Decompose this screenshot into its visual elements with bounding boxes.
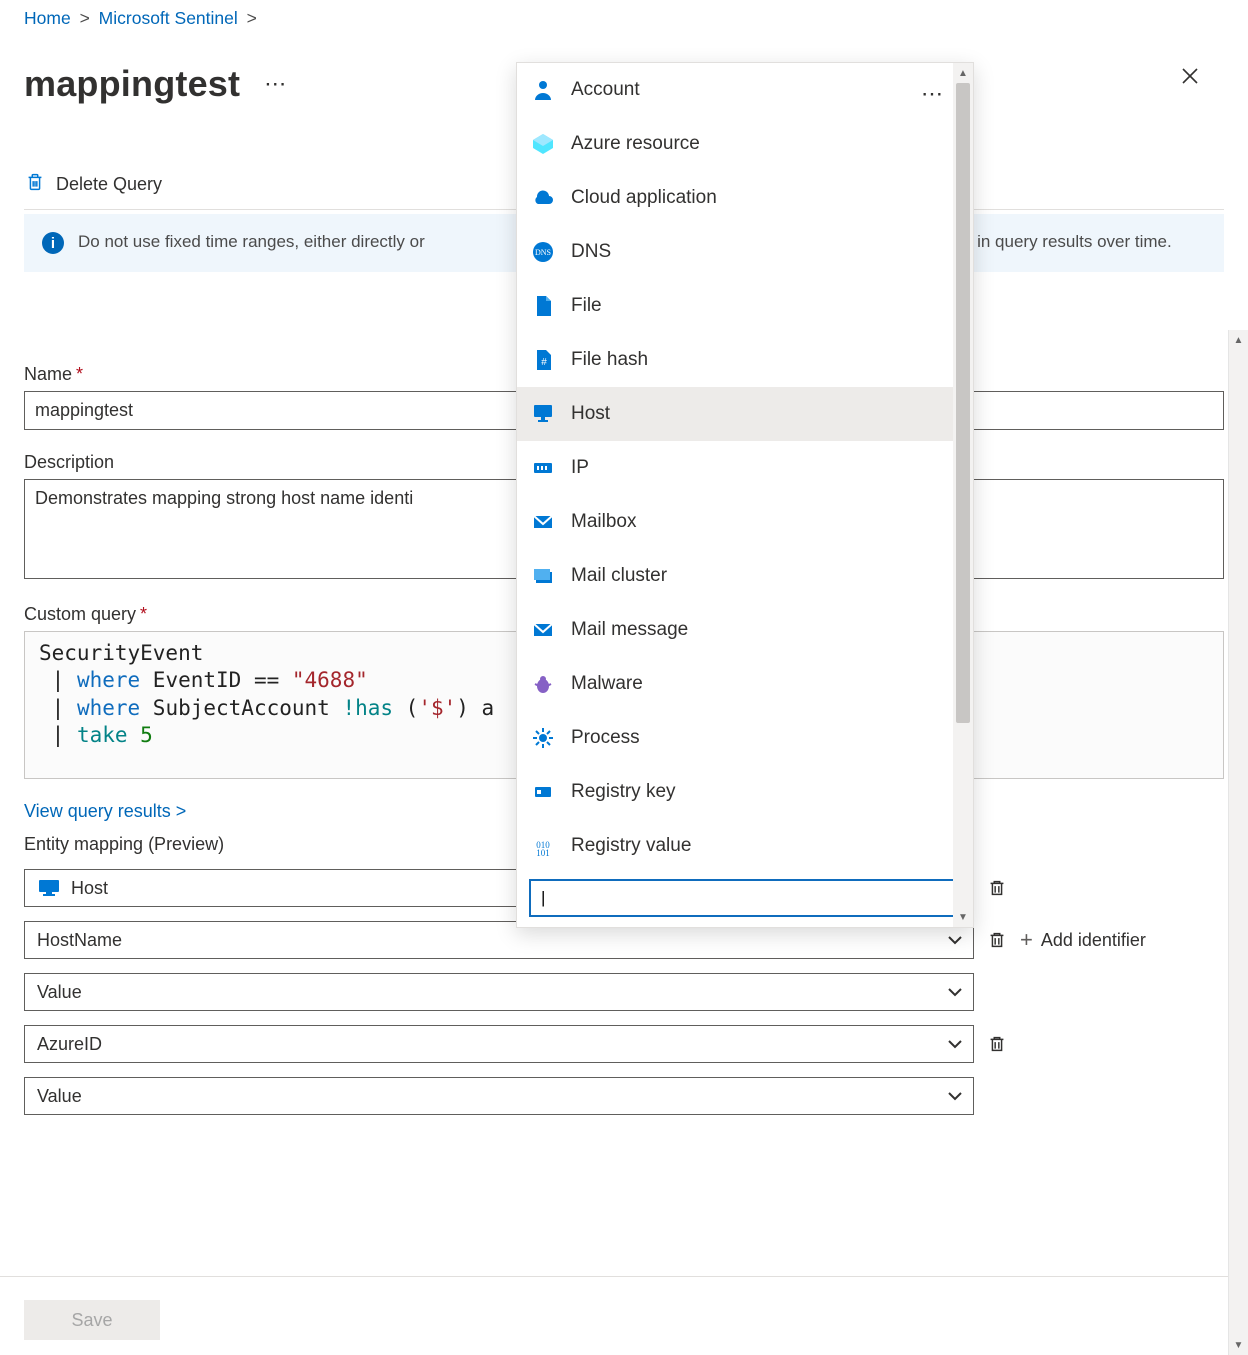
scrollbar-thumb[interactable]	[956, 83, 970, 723]
delete-query-label: Delete Query	[56, 174, 162, 195]
file-hash-icon: #	[531, 348, 555, 372]
entity-option-label: File hash	[571, 349, 648, 371]
breadcrumb-home[interactable]: Home	[24, 8, 71, 28]
footer-divider	[0, 1276, 1248, 1277]
breadcrumb-sep: >	[76, 8, 94, 28]
info-icon: i	[42, 232, 64, 254]
chevron-down-icon	[947, 1088, 963, 1104]
entity-option-label: Mail message	[571, 619, 688, 641]
close-icon[interactable]	[1174, 60, 1206, 92]
entity-option-label: DNS	[571, 241, 611, 263]
entity-option-mail-message[interactable]: Mail message	[517, 603, 973, 657]
entity-option-label: Mail cluster	[571, 565, 667, 587]
scroll-up-icon[interactable]: ▲	[953, 63, 973, 83]
host-icon	[37, 878, 61, 898]
entity-option-label: Host	[571, 403, 610, 425]
svg-text:#: #	[541, 357, 547, 368]
cloud-application-icon	[531, 186, 555, 210]
delete-identifier-2-icon[interactable]	[986, 1033, 1008, 1055]
entity-option-label: Registry key	[571, 781, 676, 803]
account-icon	[531, 78, 555, 102]
delete-entity-icon[interactable]	[986, 877, 1008, 899]
page-title: mappingtest	[24, 63, 240, 105]
entity-option-azure-resource[interactable]: Azure resource	[517, 117, 973, 171]
svg-text:DNS: DNS	[535, 248, 551, 257]
mailbox-icon	[531, 510, 555, 534]
entity-filter-input[interactable]	[539, 887, 951, 909]
process-icon	[531, 726, 555, 750]
entity-option-label: File	[571, 295, 602, 317]
scroll-down-icon[interactable]: ▼	[1229, 1335, 1248, 1355]
entity-option-label: Mailbox	[571, 511, 636, 533]
entity-option-registry-value[interactable]: 010101 Registry value	[517, 819, 973, 873]
dns-icon: DNS	[531, 240, 555, 264]
entity-type-dropdown: ⋯ AccountAzure resourceCloud application…	[516, 62, 974, 928]
entity-filter-box	[529, 879, 961, 917]
chevron-down-icon	[947, 932, 963, 948]
ip-icon	[531, 456, 555, 480]
entity-option-file-hash[interactable]: # File hash	[517, 333, 973, 387]
scroll-up-icon[interactable]: ▲	[1229, 330, 1248, 350]
entity-option-label: Azure resource	[571, 133, 700, 155]
svg-text:101: 101	[536, 848, 550, 858]
registry-value-icon: 010101	[531, 834, 555, 858]
azure-resource-icon	[531, 132, 555, 156]
entity-option-host[interactable]: Host	[517, 387, 973, 441]
entity-type-value: Host	[71, 878, 108, 899]
breadcrumb-sep: >	[243, 8, 261, 28]
entity-option-account[interactable]: Account	[517, 63, 973, 117]
trash-icon	[24, 171, 46, 198]
file-icon	[531, 294, 555, 318]
value-select-1[interactable]: Value	[24, 973, 974, 1011]
entity-option-label: Cloud application	[571, 187, 717, 209]
scroll-down-icon[interactable]: ▼	[953, 907, 973, 927]
entity-option-malware[interactable]: Malware	[517, 657, 973, 711]
title-more-icon[interactable]: ⋯	[264, 71, 288, 97]
registry-key-icon	[531, 780, 555, 804]
save-button[interactable]: Save	[24, 1300, 160, 1340]
entity-dropdown-list: Account Azure resource Cloud application DN…	[517, 63, 973, 873]
value-2-value: Value	[37, 1086, 82, 1107]
entity-option-file[interactable]: File	[517, 279, 973, 333]
identifier-1-value: HostName	[37, 930, 122, 951]
host-icon	[531, 402, 555, 426]
delete-identifier-1-icon[interactable]	[986, 929, 1008, 951]
entity-option-ip[interactable]: IP	[517, 441, 973, 495]
value-1-value: Value	[37, 982, 82, 1003]
mail-message-icon	[531, 618, 555, 642]
mail-cluster-icon	[531, 564, 555, 588]
entity-option-process[interactable]: Process	[517, 711, 973, 765]
chevron-down-icon	[947, 984, 963, 1000]
chevron-down-icon	[947, 1036, 963, 1052]
delete-query-button[interactable]: Delete Query	[24, 171, 162, 198]
dropdown-scrollbar[interactable]: ▲ ▼	[953, 63, 973, 927]
malware-icon	[531, 672, 555, 696]
entity-option-registry-key[interactable]: Registry key	[517, 765, 973, 819]
identifier-2-value: AzureID	[37, 1034, 102, 1055]
entity-option-label: Process	[571, 727, 640, 749]
breadcrumb-sentinel[interactable]: Microsoft Sentinel	[99, 8, 238, 28]
entity-option-label: IP	[571, 457, 589, 479]
page-scrollbar[interactable]: ▲ ▼	[1228, 330, 1248, 1355]
entity-option-dns[interactable]: DNS DNS	[517, 225, 973, 279]
entity-option-cloud-application[interactable]: Cloud application	[517, 171, 973, 225]
value-select-2[interactable]: Value	[24, 1077, 974, 1115]
add-identifier-button[interactable]: + Add identifier	[1020, 929, 1146, 951]
breadcrumb: Home > Microsoft Sentinel >	[24, 8, 261, 29]
identifier-select-2[interactable]: AzureID	[24, 1025, 974, 1063]
plus-icon: +	[1020, 929, 1033, 951]
entity-option-label: Malware	[571, 673, 643, 695]
entity-option-label: Registry value	[571, 835, 691, 857]
entity-option-mailbox[interactable]: Mailbox	[517, 495, 973, 549]
info-text-left: Do not use fixed time ranges, either dir…	[78, 232, 425, 251]
entity-option-label: Account	[571, 79, 640, 101]
entity-option-mail-cluster[interactable]: Mail cluster	[517, 549, 973, 603]
